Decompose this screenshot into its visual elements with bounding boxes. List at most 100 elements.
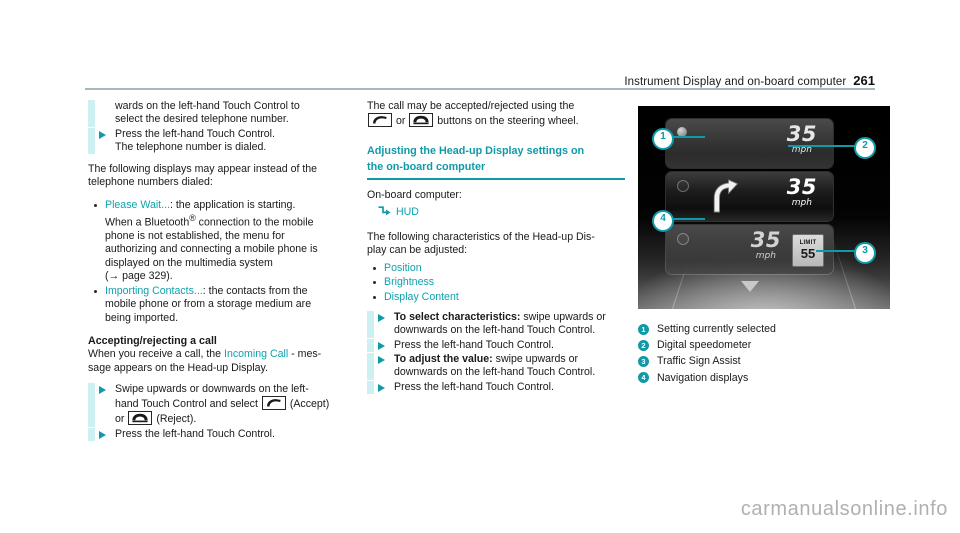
step-text-line: To adjust the value: swipe upwards or bbox=[394, 353, 625, 366]
callout-marker-4: 4 bbox=[652, 210, 674, 232]
menu-path-label: HUD bbox=[396, 206, 419, 219]
cross-reference[interactable]: (→ page 329). bbox=[105, 270, 351, 283]
step-text: hand Touch Control and select bbox=[115, 398, 261, 411]
paragraph-line: The following characteristics of the Hea… bbox=[367, 230, 595, 243]
step-text: (Accept) bbox=[286, 398, 330, 411]
step-group-dial: wards on the left-hand Touch Control to … bbox=[88, 100, 351, 154]
paragraph-text: - mes- bbox=[288, 348, 322, 361]
accepting-paragraph: When you receive a call, the Incoming Ca… bbox=[88, 348, 351, 375]
step-lead-in: To adjust the value: bbox=[394, 352, 493, 365]
hud-panel-traffic-sign: 35 mph LIMIT 55 bbox=[665, 224, 834, 275]
step-press-touch-control: Press the left-hand Touch Control. The t… bbox=[88, 127, 351, 155]
speed-value: 35 bbox=[786, 122, 817, 146]
phone-accept-icon bbox=[368, 113, 392, 128]
step-triangle-icon bbox=[99, 130, 106, 139]
page-header-title: Instrument Display and on-board computer bbox=[624, 76, 847, 88]
page-number: 261 bbox=[853, 73, 875, 88]
message-link-incoming-call[interactable]: Incoming Call bbox=[224, 348, 288, 360]
options-list: Position Brightness Display Content bbox=[367, 262, 625, 304]
legend-item: 3 Traffic Sign Assist bbox=[638, 354, 894, 368]
menu-link-please-wait[interactable]: Please Wait... bbox=[105, 199, 170, 211]
step-triangle-icon bbox=[378, 355, 385, 364]
callout-leader-line bbox=[816, 250, 855, 252]
bullet-line: phone is not established, the menu for bbox=[105, 229, 285, 242]
legend-number: 4 bbox=[638, 372, 649, 384]
step-adjust-value: To adjust the value: swipe upwards or do… bbox=[367, 352, 625, 380]
selection-indicator-dot bbox=[677, 233, 689, 245]
step-text-line: Press the left-hand Touch Control. bbox=[115, 427, 275, 440]
callout-marker-2: 2 bbox=[854, 137, 876, 159]
step-triangle-icon bbox=[378, 314, 385, 323]
menu-link-importing-contacts[interactable]: Importing Contacts... bbox=[105, 285, 203, 297]
step-text-line: To select characteristics: swipe upwards… bbox=[394, 311, 625, 324]
bullet-line: displayed on the multimedia system bbox=[105, 256, 273, 269]
left-column: wards on the left-hand Touch Control to … bbox=[88, 100, 351, 450]
section-heading-line: the on-board computer bbox=[367, 161, 486, 173]
section-heading-block: Adjusting the Head-up Display settings o… bbox=[367, 145, 625, 175]
subsection-heading-accepting-rejecting: Accepting/rejecting a call bbox=[88, 334, 217, 347]
step-select-characteristics: To select characteristics: swipe upwards… bbox=[367, 311, 625, 338]
step-press-touch-control-4: Press the left-hand Touch Control. bbox=[367, 380, 625, 395]
bullet-line: being imported. bbox=[105, 311, 179, 324]
speed-value: 35 bbox=[750, 228, 781, 252]
phone-accept-icon bbox=[261, 396, 286, 411]
bullet-text: : the application is starting. bbox=[169, 198, 296, 211]
legend-label: Traffic Sign Assist bbox=[657, 355, 741, 368]
step-continued: wards on the left-hand Touch Control to … bbox=[88, 100, 351, 127]
step-text-line: select the desired telephone number. bbox=[115, 113, 289, 126]
header-divider bbox=[85, 88, 875, 90]
hud-panel-navigation: 35 mph bbox=[665, 171, 834, 222]
paragraph-line: sage appears on the Head-up Display. bbox=[88, 361, 269, 374]
menu-path-hud[interactable]: HUD bbox=[367, 206, 625, 221]
legend-number: 2 bbox=[638, 339, 649, 351]
step-text-line: Press the left-hand Touch Control. bbox=[394, 380, 554, 393]
step-triangle-icon bbox=[99, 430, 106, 439]
callout-leader-line bbox=[669, 218, 705, 220]
speed-unit: mph bbox=[755, 251, 776, 261]
hud-panel-speedometer: 35 mph bbox=[665, 118, 834, 169]
legend-item: 4 Navigation displays bbox=[638, 371, 894, 385]
steering-wheel-paragraph: The call may be accepted/rejected using … bbox=[367, 100, 625, 129]
navigation-turn-arrow-icon bbox=[710, 179, 740, 218]
paragraph-line: play can be adjusted: bbox=[367, 243, 468, 256]
step-group-adjust: To select characteristics: swipe upwards… bbox=[367, 311, 625, 395]
legend-number: 1 bbox=[638, 323, 649, 335]
paragraph-text: or bbox=[393, 115, 409, 128]
paragraph-line: or buttons on the steering wheel. bbox=[367, 113, 625, 128]
list-item-display-content: Display Content bbox=[367, 291, 625, 304]
paragraph-line: The call may be accepted/rejected using … bbox=[367, 100, 575, 112]
hud-illustration: 35 mph 35 mph 35 mph LIMIT 55 1 2 3 4 bbox=[638, 106, 890, 309]
watermark: carmanualsonline.info bbox=[740, 498, 948, 520]
step-press-touch-control-2: Press the left-hand Touch Control. bbox=[88, 427, 351, 442]
option-label[interactable]: Display Content bbox=[384, 291, 459, 303]
figure-legend: 1 Setting currently selected 2 Digital s… bbox=[638, 322, 894, 387]
step-result-line: The telephone number is dialed. bbox=[115, 140, 267, 153]
speed-readout: 35 mph bbox=[786, 175, 817, 209]
callout-marker-1: 1 bbox=[652, 128, 674, 150]
step-text: (Reject). bbox=[153, 413, 197, 426]
bullet-line: authorizing and connecting a mobile phon… bbox=[105, 243, 318, 256]
phone-reject-icon bbox=[409, 113, 434, 128]
bullet-first-line: Please Wait...: the application is start… bbox=[105, 199, 351, 212]
intro-line: telephone numbers dialed: bbox=[88, 176, 213, 189]
speed-value: 35 bbox=[786, 175, 817, 199]
option-label[interactable]: Position bbox=[384, 262, 422, 274]
manual-page: Instrument Display and on-board computer… bbox=[0, 0, 960, 533]
selection-indicator-dot bbox=[677, 180, 689, 192]
phone-reject-icon bbox=[128, 411, 153, 426]
step-group-accept-reject: Swipe upwards or downwards on the left- … bbox=[88, 382, 351, 442]
paragraph-text: When you receive a call, the bbox=[88, 348, 225, 361]
step-text-line: Press the left-hand Touch Control. bbox=[115, 127, 275, 140]
list-item-position: Position bbox=[367, 262, 625, 275]
bullet-first-line: Importing Contacts...: the contacts from… bbox=[105, 285, 351, 298]
legend-number: 3 bbox=[638, 355, 649, 367]
speed-unit: mph bbox=[791, 198, 812, 208]
step-text: swipe upwards or bbox=[492, 352, 579, 365]
legend-item: 2 Digital speedometer bbox=[638, 338, 894, 352]
step-text-line: wards on the left-hand Touch Control to bbox=[115, 100, 300, 112]
list-item-importing-contacts: Importing Contacts...: the contacts from… bbox=[88, 285, 351, 325]
option-label[interactable]: Brightness bbox=[384, 276, 434, 288]
limit-sign-value: 55 bbox=[800, 246, 816, 261]
intro-paragraph: The following displays may appear instea… bbox=[88, 163, 351, 190]
onboard-computer-label: On-board computer: bbox=[367, 189, 462, 201]
